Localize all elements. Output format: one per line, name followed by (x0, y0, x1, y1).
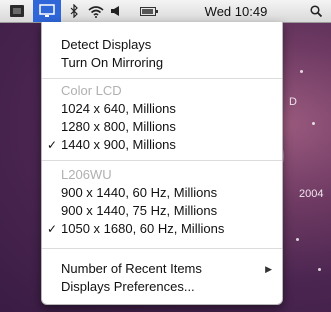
menu-item-resolution-1050x1680-60hz[interactable]: ✓ 1050 x 1680, 60 Hz, Millions (42, 220, 282, 238)
displays-menu-icon[interactable] (33, 0, 61, 22)
displays-menu: Detect Displays Turn On Mirroring Color … (41, 22, 283, 305)
menu-separator (42, 78, 282, 79)
submenu-arrow-icon: ▶ (265, 264, 272, 274)
menu-item-number-of-recent-items[interactable]: Number of Recent Items ▶ (42, 260, 282, 278)
wifi-icon[interactable] (86, 0, 106, 22)
app-menu-extra-icon[interactable] (6, 0, 28, 22)
menu-item-detect-displays[interactable]: Detect Displays (42, 36, 282, 54)
menu-item-label: 1024 x 640, Millions (61, 101, 176, 116)
menu-item-label: Detect Displays (61, 37, 152, 52)
section-header-label: L206WU (61, 167, 112, 182)
menu-item-resolution-1280x800[interactable]: 1280 x 800, Millions (42, 118, 282, 136)
menu-item-displays-preferences[interactable]: Displays Preferences... (42, 278, 282, 296)
menu-item-resolution-900x1440-75hz[interactable]: 900 x 1440, 75 Hz, Millions (42, 202, 282, 220)
section-header-label: Color LCD (61, 83, 122, 98)
menu-item-label: 900 x 1440, 75 Hz, Millions (61, 203, 218, 218)
desktop-year: 2004 (299, 188, 324, 200)
checkmark-icon: ✓ (47, 138, 58, 152)
spotlight-search-icon[interactable] (306, 0, 326, 22)
menu-item-label: Displays Preferences... (61, 279, 195, 294)
menu-item-label: 1440 x 900, Millions (61, 137, 176, 152)
bluetooth-icon[interactable] (66, 0, 82, 22)
menu-item-resolution-900x1440-60hz[interactable]: 900 x 1440, 60 Hz, Millions (42, 184, 282, 202)
menu-bar: Wed 10:49 (0, 0, 331, 23)
menu-separator (42, 160, 282, 161)
section-header-l206wu: L206WU (42, 166, 282, 184)
menu-item-label: 1280 x 800, Millions (61, 119, 176, 134)
menubar-clock[interactable]: Wed 10:49 (197, 0, 275, 22)
menu-separator (42, 248, 282, 249)
menu-item-resolution-1440x900[interactable]: ✓ 1440 x 900, Millions (42, 136, 282, 154)
menu-item-label: 900 x 1440, 60 Hz, Millions (61, 185, 218, 200)
battery-icon[interactable] (138, 0, 160, 22)
menu-item-resolution-1024x640[interactable]: 1024 x 640, Millions (42, 100, 282, 118)
menu-item-label: Number of Recent Items (61, 261, 202, 276)
desktop-label: D (289, 96, 297, 108)
menu-item-label: Turn On Mirroring (61, 55, 164, 70)
menu-item-label: 1050 x 1680, 60 Hz, Millions (61, 221, 225, 236)
checkmark-icon: ✓ (47, 222, 58, 236)
volume-icon[interactable] (108, 0, 124, 22)
menu-item-turn-on-mirroring[interactable]: Turn On Mirroring (42, 54, 282, 72)
section-header-color-lcd: Color LCD (42, 82, 282, 100)
